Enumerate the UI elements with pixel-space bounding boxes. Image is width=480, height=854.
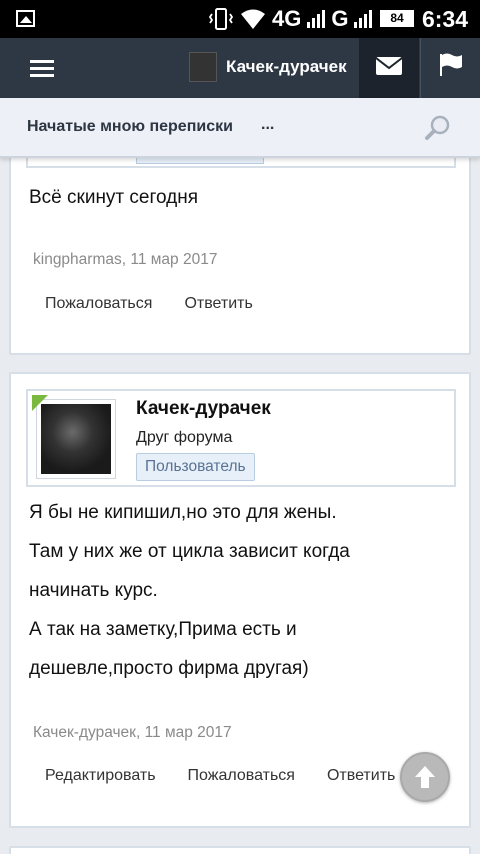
report-link[interactable]: Пожаловаться bbox=[45, 295, 152, 313]
arrow-up-icon bbox=[415, 766, 435, 788]
post-actions: Редактировать Пожаловаться Ответить bbox=[45, 767, 395, 785]
message-post: Всё скинут сегодня kingpharmas, 11 мар 2… bbox=[9, 158, 471, 355]
inbox-button[interactable] bbox=[359, 38, 419, 98]
scroll-to-top-button[interactable] bbox=[400, 752, 450, 802]
report-link[interactable]: Пожаловаться bbox=[188, 767, 295, 785]
user-title: Друг форума bbox=[136, 429, 233, 446]
gallery-notification-icon bbox=[16, 10, 35, 27]
post-date: , 11 мар 2017 bbox=[135, 724, 232, 741]
edit-link[interactable]: Редактировать bbox=[45, 767, 156, 785]
message-post-next bbox=[9, 846, 471, 854]
message-line: Там у них же от цикла зависит когда bbox=[29, 541, 350, 562]
more-menu-button[interactable]: ... bbox=[261, 116, 274, 134]
message-meta: Качек-дурачек, 11 мар 2017 bbox=[33, 724, 232, 742]
alerts-button[interactable] bbox=[420, 38, 480, 98]
author-link[interactable]: kingpharmas bbox=[33, 251, 122, 268]
reply-link[interactable]: Ответить bbox=[184, 295, 252, 313]
site-logo-avatar bbox=[189, 52, 217, 82]
envelope-icon bbox=[375, 57, 403, 75]
message-line: начинать курс. bbox=[29, 580, 158, 601]
menu-icon[interactable] bbox=[30, 60, 54, 78]
message-text: Всё скинут сегодня bbox=[29, 178, 198, 217]
author-link[interactable]: Качек-дурачек bbox=[33, 724, 136, 741]
message-line: А так на заметку,Прима есть и bbox=[29, 619, 297, 640]
reply-link[interactable]: Ответить bbox=[327, 767, 395, 785]
message-meta: kingpharmas, 11 мар 2017 bbox=[33, 251, 217, 269]
user-block-partial bbox=[26, 158, 456, 168]
post-date: , 11 мар 2017 bbox=[121, 251, 218, 268]
clock: 6:34 bbox=[421, 6, 468, 32]
app-header: Качек-дурачек bbox=[0, 38, 480, 98]
post-actions: Пожаловаться Ответить bbox=[45, 295, 253, 313]
network-type-4g: 4G bbox=[272, 6, 302, 31]
flag-icon bbox=[440, 53, 462, 76]
network-type-g: G bbox=[331, 6, 349, 31]
battery-icon: 84 bbox=[380, 10, 414, 27]
search-icon[interactable] bbox=[424, 114, 452, 142]
signal-icon bbox=[307, 10, 326, 28]
message-line: Я бы не кипишил,но это для жены. bbox=[29, 502, 337, 523]
online-indicator bbox=[32, 395, 48, 411]
message-text: Я бы не кипишил,но это для жены. Там у н… bbox=[29, 493, 350, 688]
status-bar: 4G G 84 6:34 bbox=[0, 0, 480, 38]
vibrate-icon bbox=[208, 8, 234, 30]
message-line: Всё скинут сегодня bbox=[29, 187, 199, 208]
user-info-block: Качек-дурачек Друг форума Пользователь bbox=[26, 389, 456, 487]
message-line: дешевле,просто фирма другая) bbox=[29, 658, 309, 679]
user-badge: Пользователь bbox=[136, 453, 255, 481]
status-icons: 4G G bbox=[208, 6, 396, 32]
started-conversations-link[interactable]: Начатые мною переписки bbox=[27, 118, 233, 136]
site-title[interactable]: Качек-дурачек bbox=[226, 57, 347, 77]
wifi-icon bbox=[241, 9, 265, 29]
avatar[interactable] bbox=[36, 399, 116, 479]
sub-navigation: Начатые мною переписки ... bbox=[0, 98, 480, 158]
username[interactable]: Качек-дурачек bbox=[136, 398, 271, 420]
thread-content: Всё скинут сегодня kingpharmas, 11 мар 2… bbox=[0, 158, 480, 854]
signal-icon-2 bbox=[354, 10, 373, 28]
